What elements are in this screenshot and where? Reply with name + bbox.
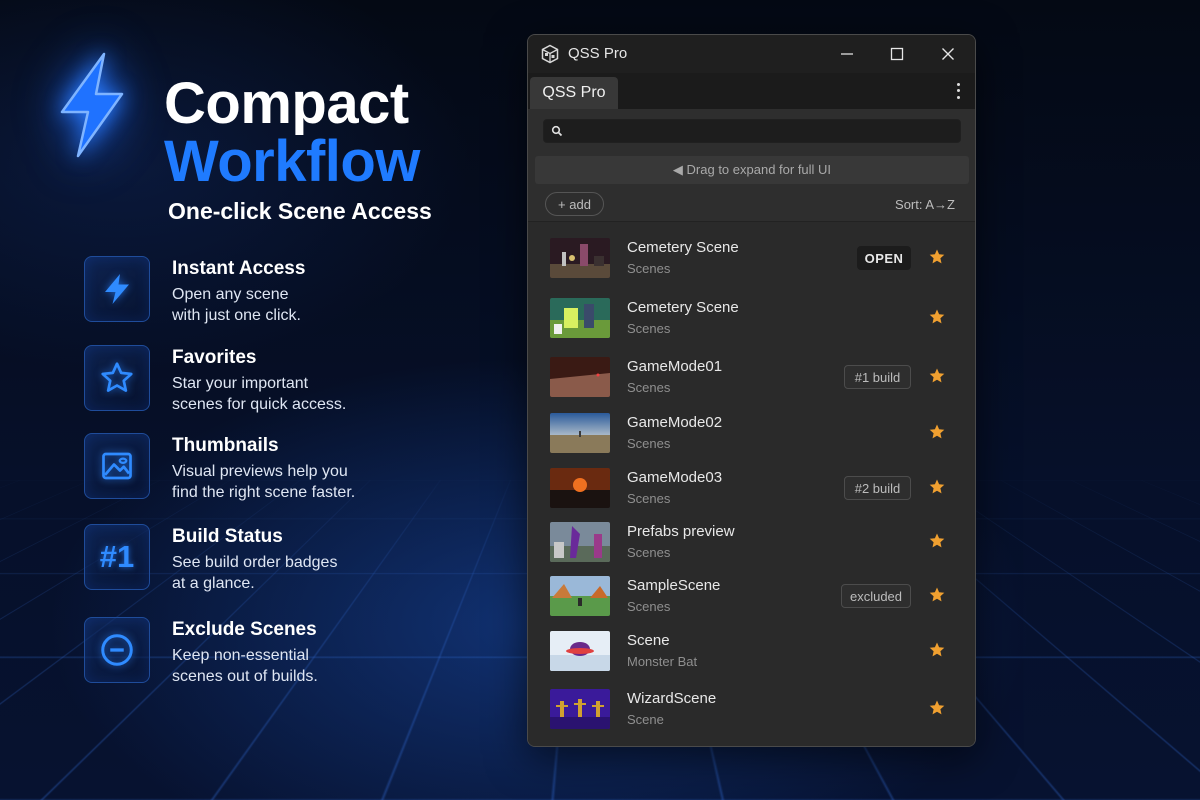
title-bar[interactable]: QSS Pro — [528, 35, 975, 73]
favorite-star-icon[interactable] — [928, 367, 946, 385]
scene-category: Scenes — [627, 599, 670, 614]
favorite-star-icon[interactable] — [928, 423, 946, 441]
feature-favorites: Favorites Star your important scenes for … — [84, 345, 414, 415]
feature-title: Build Status — [172, 526, 283, 548]
scene-name: GameMode02 — [627, 414, 722, 431]
scene-thumbnail — [550, 238, 610, 278]
maximize-button[interactable] — [884, 41, 910, 67]
image-icon — [84, 433, 150, 499]
minimize-button[interactable] — [834, 41, 860, 67]
scene-category: Scene — [627, 712, 664, 727]
scene-thumbnail — [550, 631, 610, 671]
feature-thumbnails: Thumbnails Visual previews help you find … — [84, 433, 414, 503]
feature-title: Exclude Scenes — [172, 619, 317, 641]
scene-row-prefabs-preview[interactable]: Prefabs preview Scenes — [528, 514, 975, 570]
app-logo-icon — [540, 44, 560, 64]
add-scene-button[interactable]: + add — [545, 192, 604, 216]
favorite-star-icon[interactable] — [928, 248, 946, 266]
favorite-star-icon[interactable] — [928, 478, 946, 496]
star-icon — [84, 345, 150, 411]
bolt-icon — [84, 256, 150, 322]
scene-category: Monster Bat — [627, 654, 697, 669]
maximize-icon — [890, 47, 904, 61]
sort-toggle[interactable]: Sort: A→Z — [895, 197, 955, 212]
feature-desc: See build order badges at a glance. — [172, 552, 412, 594]
feature-title: Thumbnails — [172, 435, 279, 457]
scene-category: Scenes — [627, 545, 670, 560]
scene-row-samplescene[interactable]: SampleScene Scenes excluded — [528, 568, 975, 624]
feature-desc: Star your important scenes for quick acce… — [172, 373, 412, 415]
excluded-badge: excluded — [841, 584, 911, 608]
favorite-star-icon[interactable] — [928, 699, 946, 717]
favorite-star-icon[interactable] — [928, 308, 946, 326]
scene-thumbnail — [550, 413, 610, 453]
scene-name: Cemetery Scene — [627, 239, 739, 256]
scene-row-gamemode01[interactable]: GameMode01 Scenes #1 build — [528, 349, 975, 405]
scene-thumbnail — [550, 357, 610, 397]
scene-name: GameMode01 — [627, 358, 722, 375]
search-input[interactable] — [568, 120, 958, 142]
scene-name: Scene — [627, 632, 670, 649]
scene-name: GameMode03 — [627, 469, 722, 486]
search-icon — [551, 125, 563, 137]
scene-name: Cemetery Scene — [627, 299, 739, 316]
search-box[interactable] — [543, 119, 961, 143]
favorite-star-icon[interactable] — [928, 586, 946, 604]
feature-exclude-scenes: Exclude Scenes Keep non-essential scenes … — [84, 617, 414, 687]
feature-build-status: #1 Build Status See build order badges at… — [84, 524, 414, 594]
scene-list: Cemetery Scene Scenes OPEN Cemetery Scen… — [528, 221, 975, 746]
feature-desc: Keep non-essential scenes out of builds. — [172, 645, 412, 687]
tab-qss-pro[interactable]: QSS Pro — [530, 77, 618, 109]
feature-title: Instant Access — [172, 258, 305, 280]
close-icon — [941, 47, 955, 61]
close-button[interactable] — [935, 41, 961, 67]
scene-category: Scenes — [627, 261, 670, 276]
scene-category: Scenes — [627, 491, 670, 506]
scene-category: Scenes — [627, 321, 670, 336]
feature-instant-access: Instant Access Open any scene with just o… — [84, 256, 414, 326]
scene-thumbnail — [550, 689, 610, 729]
scene-row-wizardscene[interactable]: WizardScene Scene — [528, 681, 975, 737]
scene-row-scene[interactable]: Scene Monster Bat — [528, 623, 975, 679]
tab-bar: QSS Pro — [528, 73, 975, 109]
build-order-badge: #2 build — [844, 476, 911, 500]
minus-circle-icon — [84, 617, 150, 683]
qss-pro-window: QSS Pro QSS Pro ◀ Drag to expand for ful… — [527, 34, 976, 747]
feature-desc: Visual previews help you find the right s… — [172, 461, 412, 503]
open-badge[interactable]: OPEN — [857, 246, 911, 270]
more-options-icon[interactable] — [951, 81, 965, 101]
scene-name: SampleScene — [627, 577, 720, 594]
scene-category: Scenes — [627, 380, 670, 395]
scene-name: WizardScene — [627, 690, 716, 707]
feature-title: Favorites — [172, 347, 256, 369]
build-order-badge: #1 build — [844, 365, 911, 389]
scene-row-cemetery-1[interactable]: Cemetery Scene Scenes OPEN — [528, 230, 975, 286]
build-number-icon: #1 — [84, 524, 150, 590]
hero-title-line1: Compact — [164, 70, 409, 137]
scene-row-cemetery-2[interactable]: Cemetery Scene Scenes — [528, 290, 975, 346]
scene-thumbnail — [550, 468, 610, 508]
scene-row-gamemode02[interactable]: GameMode02 Scenes — [528, 405, 975, 461]
minimize-icon — [840, 47, 854, 61]
window-title: QSS Pro — [568, 45, 627, 62]
scene-thumbnail — [550, 576, 610, 616]
favorite-star-icon[interactable] — [928, 532, 946, 550]
window-body: ◀ Drag to expand for full UI + add Sort:… — [528, 109, 975, 746]
scene-row-gamemode03[interactable]: GameMode03 Scenes #2 build — [528, 460, 975, 516]
scene-name: Prefabs preview — [627, 523, 735, 540]
feature-desc: Open any scene with just one click. — [172, 284, 412, 326]
scene-thumbnail — [550, 522, 610, 562]
drag-to-expand-hint[interactable]: ◀ Drag to expand for full UI — [535, 156, 969, 184]
hero-bolt-icon — [52, 50, 132, 160]
scene-thumbnail — [550, 298, 610, 338]
scene-category: Scenes — [627, 436, 670, 451]
hero-title-line2: Workflow — [164, 128, 420, 195]
hero-subtitle: One-click Scene Access — [168, 198, 432, 225]
favorite-star-icon[interactable] — [928, 641, 946, 659]
